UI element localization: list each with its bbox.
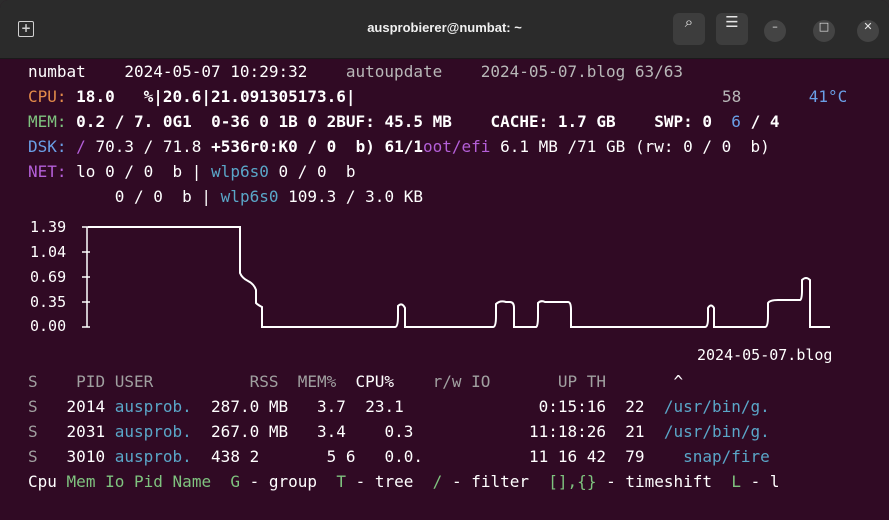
activity-graph: 1.39 1.04 0.69 0.35 0.00 2024-05-07.blog [30,218,832,364]
footer-l-text: L [731,472,741,491]
activity-line [88,226,830,328]
table-headers-2-text: RSS [249,372,279,391]
table-rows-2-mem-text: 5 6 [326,447,356,466]
table-rows-2-cpu-text: 0.0. [384,447,423,466]
graph-filename: 2024-05-07.blog [697,346,832,364]
table-headers-7-text: ^ [673,372,684,391]
table-headers-6-text: UP TH [557,372,606,391]
footer-l2-text: - l [750,472,780,491]
footer-t-text: T [336,472,346,491]
table-rows-2-up-text: 11 16 42 [528,447,607,466]
footer-tree-text: - tree [355,472,414,491]
ytick-0: 1.39 [30,218,66,236]
table-rows-1-rss-text: 267.0 MB [211,422,289,441]
table-headers-4-text: CPU% [355,372,395,391]
footer-brackets-text: [],{} [548,472,597,491]
table-headers-5-text: r/w IO [432,372,491,391]
footer-io[interactable]: Io [105,472,124,491]
table-rows-1-th-text: 21 [625,422,645,441]
table-rows-1-cpu-text: 0.3 [384,422,414,441]
close-icon[interactable]: ✕ [857,20,879,42]
table-rows-0-up-text: 0:15:16 [538,397,607,416]
table-rows-0-pid-text: 2014 [66,397,106,416]
footer-filter-text: - filter [451,472,530,491]
footer-slash-text: / [432,472,443,491]
footer-cpu[interactable]: Cpu [28,472,57,491]
table-rows-2-th-text: 79 [625,447,645,466]
table-row[interactable]: S 3010 ausprob. 438 2 5 6 0.0. 11 16 42 … [28,445,770,469]
ytick-4: 0.00 [30,317,66,335]
table-headers-3-text: MEM% [297,372,337,391]
window-title: ausprobierer@numbat: ~ [367,20,522,35]
footer-name[interactable]: Name [173,472,212,491]
table-rows-1-mem-text: 3.4 [317,422,346,441]
ytick-3: 0.35 [30,293,66,311]
table-rows-1-pid-text: 2031 [66,422,106,441]
maximize-icon[interactable]: □ [813,20,835,42]
footer-keys: Cpu Mem Io Pid Name G - group T - tree /… [28,470,780,494]
footer-group-text: - group [249,472,318,491]
table-rows-0-cmd-text: /usr/bin/g. [663,397,770,416]
table-rows-0-cpu-text: 23.1 [365,397,404,416]
table-rows-1-cmd-text: /usr/bin/g. [663,422,770,441]
title-bar: + ausprobierer@numbat: ~ ⌕ ☰ – □ ✕ [0,0,889,59]
table-headers-1-text: PID USER [76,372,154,391]
table-rows-1-s-text: S [28,422,38,441]
table-row[interactable]: S 2014 ausprob. 287.0 MB 3.7 23.1 0:15:1… [28,395,770,419]
table-rows-2-cmd-text: snap/fire [683,447,770,466]
table-rows-0-user-text: ausprob. [114,397,192,416]
table-row[interactable]: S 2031 ausprob. 267.0 MB 3.4 0.3 11:18:2… [28,420,770,444]
menu-icon[interactable]: ☰ [716,13,748,45]
table-rows-1-user-text: ausprob. [114,422,192,441]
table-rows-1-up-text: 11:18:26 [528,422,607,441]
table-rows-2-user-text: ausprob. [114,447,192,466]
terminal-content[interactable]: numbat 2024-05-07 10:29:32 autoupdate 20… [0,58,889,520]
footer-mem[interactable]: Mem [67,472,96,491]
ytick-2: 0.69 [30,268,66,286]
table-rows-2-s-text: S [28,447,38,466]
minimize-icon[interactable]: – [764,20,786,42]
table-rows-0-s-text: S [28,397,38,416]
ytick-1: 1.04 [30,243,66,261]
table-rows-2-rss-text: 438 2 [211,447,260,466]
table-rows-0-rss-text: 287.0 MB [211,397,289,416]
terminal-window: + ausprobierer@numbat: ~ ⌕ ☰ – □ ✕ numba… [0,0,889,520]
table-rows-0-mem-text: 3.7 [317,397,346,416]
footer-pid[interactable]: Pid [134,472,163,491]
table-header: S PID USER RSS MEM% CPU% r/w IO UP TH ^ [28,370,683,394]
footer-g-text: G [230,472,240,491]
table-rows-2-pid-text: 3010 [66,447,106,466]
table-headers-0-text: S [28,372,38,391]
footer-timeshift-text: - timeshift [606,472,713,491]
table-rows-0-th-text: 22 [625,397,645,416]
search-icon[interactable]: ⌕ [673,13,705,45]
